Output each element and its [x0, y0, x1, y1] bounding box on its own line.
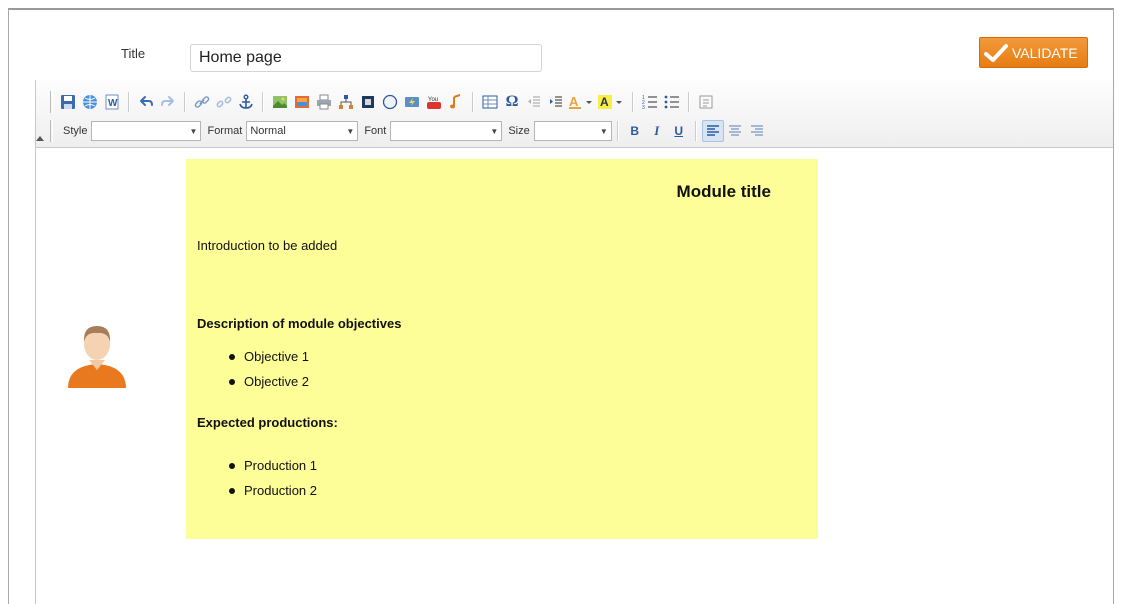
media-icon[interactable]	[357, 91, 379, 113]
introduction-text: Introduction to be added	[197, 238, 338, 253]
toolbar-separator	[632, 92, 634, 112]
chevron-down-icon: ▼	[189, 126, 198, 136]
style-select[interactable]: ▼	[91, 121, 202, 141]
image-icon[interactable]	[269, 91, 291, 113]
list-item: Production 2	[229, 481, 317, 506]
chevron-down-icon: ▼	[599, 126, 608, 136]
undo-icon[interactable]	[135, 91, 157, 113]
toolbar-grip[interactable]	[50, 120, 53, 142]
music-icon[interactable]	[445, 91, 467, 113]
save-icon[interactable]	[57, 91, 79, 113]
editor-toolbar: W You Ω A A 123 Style ▼ Format Normal ▼ …	[36, 80, 1113, 148]
size-select[interactable]: ▼	[533, 121, 612, 141]
align-center-icon[interactable]	[724, 120, 746, 142]
checkmark-icon	[984, 43, 1008, 63]
italic-button[interactable]: I	[646, 120, 668, 142]
rich-text-editor: W You Ω A A 123 Style ▼ Format Normal ▼ …	[35, 80, 1113, 604]
compass-icon[interactable]	[379, 91, 401, 113]
productions-heading: Expected productions:	[197, 415, 338, 430]
italic-label: I	[654, 123, 660, 138]
toolbar-separator	[128, 92, 130, 112]
text-color-icon[interactable]: A	[567, 91, 597, 113]
list-item: Production 1	[229, 456, 317, 481]
flash-icon[interactable]	[401, 91, 423, 113]
unlink-icon[interactable]	[213, 91, 235, 113]
anchor-icon[interactable]	[235, 91, 257, 113]
collapse-toolbar-icon[interactable]	[36, 136, 44, 141]
special-char-icon[interactable]: Ω	[501, 91, 523, 113]
bulleted-list-icon[interactable]	[661, 91, 683, 113]
format-select[interactable]: Normal ▼	[246, 121, 359, 141]
sitemap-icon[interactable]	[335, 91, 357, 113]
toolbar-separator	[688, 92, 690, 112]
bg-color-glyph: A	[600, 95, 609, 109]
format-value: Normal	[250, 125, 286, 137]
toolbar-separator	[184, 92, 186, 112]
text-color-glyph: A	[569, 94, 579, 109]
font-select[interactable]: ▼	[390, 121, 503, 141]
table-icon[interactable]	[479, 91, 501, 113]
editor-content[interactable]: Module title Introduction to be added De…	[36, 148, 1113, 604]
chevron-down-icon: ▼	[346, 126, 355, 136]
toolbar-separator	[616, 121, 619, 141]
toolbar-grip[interactable]	[50, 91, 53, 113]
gallery-icon[interactable]	[291, 91, 313, 113]
list-item: Objective 2	[229, 372, 309, 397]
indent-icon[interactable]	[545, 91, 567, 113]
link-icon[interactable]	[191, 91, 213, 113]
svg-text:W: W	[108, 98, 118, 109]
chevron-down-icon: ▼	[490, 126, 499, 136]
youtube-icon[interactable]: You	[423, 91, 445, 113]
productions-list: Production 1 Production 2	[229, 456, 317, 506]
validate-label: VALIDATE	[1012, 44, 1078, 61]
underline-label: U	[674, 124, 684, 138]
title-input[interactable]	[190, 44, 542, 72]
toolbar-separator	[262, 92, 264, 112]
title-label: Title	[121, 46, 146, 61]
validate-button[interactable]: VALIDATE	[979, 37, 1088, 68]
list-item: Objective 1	[229, 347, 309, 372]
align-right-icon[interactable]	[746, 120, 768, 142]
module-title: Module title	[676, 182, 771, 201]
source-icon[interactable]	[695, 91, 717, 113]
bold-button[interactable]: B	[624, 120, 646, 142]
word-icon[interactable]: W	[101, 91, 123, 113]
svg-text:3: 3	[642, 105, 645, 110]
bg-color-icon[interactable]: A	[597, 91, 627, 113]
underline-button[interactable]: U	[668, 120, 690, 142]
objectives-list: Objective 1 Objective 2	[229, 347, 309, 397]
globe-icon[interactable]	[79, 91, 101, 113]
size-label: Size	[508, 125, 530, 137]
toolbar-row-2: Style ▼ Format Normal ▼ Font ▼ Size ▼ B I…	[50, 118, 768, 144]
print-icon[interactable]	[313, 91, 335, 113]
style-label: Style	[63, 125, 88, 137]
outdent-icon[interactable]	[523, 91, 545, 113]
avatar	[64, 318, 130, 388]
toolbar-separator	[472, 92, 474, 112]
numbered-list-icon[interactable]: 123	[639, 91, 661, 113]
format-label: Format	[207, 125, 243, 137]
module-card: Module title Introduction to be added De…	[186, 159, 818, 539]
toolbar-separator	[694, 121, 697, 141]
redo-icon[interactable]	[157, 91, 179, 113]
align-left-icon[interactable]	[701, 120, 724, 142]
special-char-glyph: Ω	[505, 93, 519, 110]
font-label: Font	[364, 125, 387, 137]
toolbar-row-1: W You Ω A A 123	[50, 89, 717, 115]
objectives-heading: Description of module objectives	[197, 316, 402, 331]
bold-label: B	[630, 124, 640, 138]
